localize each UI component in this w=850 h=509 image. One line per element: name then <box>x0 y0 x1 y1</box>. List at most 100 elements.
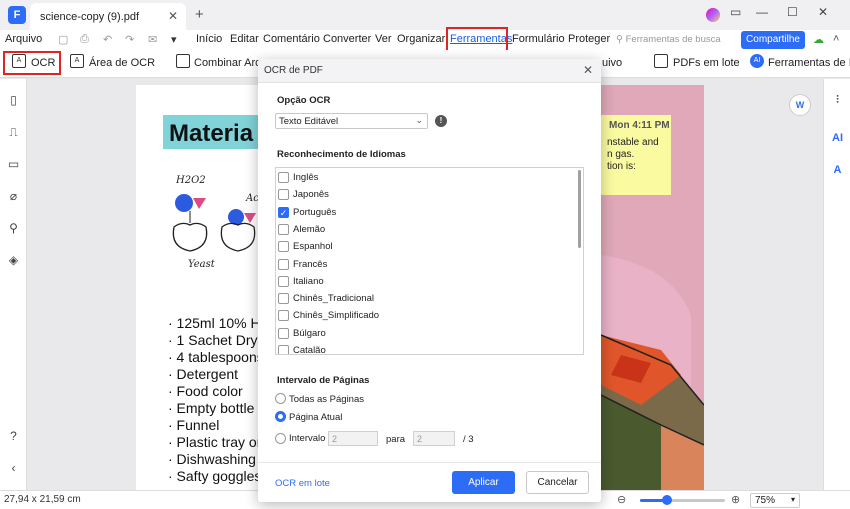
batch-icon[interactable] <box>654 54 668 68</box>
search-icon[interactable]: ⚲ <box>6 221 21 236</box>
undo-icon[interactable]: ↶ <box>103 33 112 46</box>
language-item[interactable]: Inglês <box>276 169 576 186</box>
language-list[interactable]: Inglês Japonês ✓ Português Alemão Espanhol Fra… <box>275 167 584 355</box>
chevron-down-icon: ⌄ <box>415 115 423 125</box>
word-convert-icon[interactable]: W <box>789 94 811 116</box>
language-checkbox[interactable] <box>278 223 289 235</box>
ai-assistant-icon[interactable]: AI <box>830 131 845 146</box>
properties-icon[interactable]: ⫶ <box>830 93 845 108</box>
batch-pdf-button[interactable]: PDFs em lote <box>673 57 740 69</box>
batch-ocr-link[interactable]: OCR em lote <box>275 478 330 489</box>
menu-converter[interactable]: Converter <box>323 33 371 45</box>
language-checkbox[interactable] <box>278 172 289 183</box>
collapse-icon[interactable]: ˄ <box>833 33 839 45</box>
ocr-option-select[interactable]: Texto Editável ⌄ <box>275 113 428 129</box>
menu-comentario[interactable]: Comentário <box>263 33 320 45</box>
menu-editar[interactable]: Editar <box>230 33 259 45</box>
language-label: Catalão <box>293 345 326 355</box>
menu-formulario[interactable]: Formulário <box>512 33 565 45</box>
language-item[interactable]: Catalão <box>276 342 576 355</box>
translate-icon[interactable]: A <box>830 163 845 178</box>
language-checkbox[interactable] <box>278 310 289 322</box>
language-checkbox[interactable] <box>278 189 289 201</box>
ocr-area-icon[interactable]: A <box>70 54 84 68</box>
language-checkbox[interactable] <box>278 293 289 305</box>
print-icon[interactable]: ⎙ <box>80 33 89 46</box>
note-line-1: nstable and <box>607 137 659 148</box>
search-tools-label: Ferramentas de busca <box>625 34 721 45</box>
radio-current-page-label[interactable]: Página Atual <box>289 412 342 423</box>
pages-icon[interactable]: ▯ <box>6 93 21 108</box>
search-tools-link[interactable]: ⚲ Ferramentas de busca <box>616 34 721 45</box>
redo-icon[interactable]: ↷ <box>125 33 134 46</box>
new-tab-button[interactable]: + <box>195 6 204 23</box>
share-button[interactable]: Compartilhe <box>741 31 805 49</box>
ai-tools-icon[interactable]: AI <box>750 54 764 68</box>
language-checkbox[interactable] <box>278 327 289 339</box>
feedback-icon[interactable]: ▭ <box>730 5 741 19</box>
radio-current-page[interactable] <box>275 411 286 422</box>
zoom-in-button[interactable]: ⊕ <box>731 493 740 506</box>
language-item[interactable]: Búlgaro <box>276 325 576 342</box>
window-close-button[interactable]: ✕ <box>818 5 828 19</box>
comment-icon[interactable]: ▭ <box>6 157 21 172</box>
radio-all-pages-label[interactable]: Todas as Páginas <box>289 394 364 405</box>
radio-page-range-label[interactable]: Intervalo <box>289 433 325 444</box>
combine-icon[interactable] <box>176 54 190 68</box>
chevron-left-icon[interactable]: ‹ <box>6 461 21 476</box>
language-checkbox[interactable] <box>278 258 289 270</box>
ocr-option-value: Texto Editável <box>279 116 339 127</box>
language-item[interactable]: Italiano <box>276 273 576 290</box>
dialog-close-button[interactable]: ✕ <box>583 63 593 77</box>
language-item[interactable]: Japonês <box>276 186 576 203</box>
zoom-slider[interactable] <box>640 495 725 505</box>
cloud-sync-icon[interactable]: ☁ <box>813 33 824 46</box>
zoom-select[interactable]: 75% ▾ <box>750 493 800 508</box>
menu-arquivo[interactable]: Arquivo <box>5 33 42 45</box>
range-to-input[interactable]: 2 <box>413 431 455 446</box>
cancel-button[interactable]: Cancelar <box>526 471 589 494</box>
language-checkbox[interactable] <box>278 241 289 253</box>
ocr-area-button[interactable]: Área de OCR <box>89 57 155 69</box>
language-item[interactable]: ✓ Português <box>276 204 576 221</box>
partial-tool-label[interactable]: uivo <box>602 57 622 69</box>
language-item[interactable]: Alemão <box>276 221 576 238</box>
attachment-icon[interactable]: ⌀ <box>6 189 21 204</box>
language-checkbox[interactable] <box>278 345 289 354</box>
close-tab-icon[interactable]: ✕ <box>168 9 178 23</box>
layers-icon[interactable]: ◈ <box>6 253 21 268</box>
save-icon[interactable]: ▢ <box>58 33 68 46</box>
ai-tools-button[interactable]: Ferramentas de IA <box>768 57 850 69</box>
info-icon[interactable]: ! <box>435 115 447 127</box>
sticky-note[interactable]: Mon 4:11 PM nstable and n gas. tion is: <box>601 115 671 195</box>
avatar[interactable] <box>706 8 720 22</box>
note-line-2: n gas. <box>607 149 635 160</box>
minimize-button[interactable]: — <box>756 5 768 19</box>
help-icon[interactable]: ? <box>6 429 21 444</box>
menu-ver[interactable]: Ver <box>375 33 392 45</box>
apply-button[interactable]: Aplicar <box>452 471 515 494</box>
document-tab[interactable]: science-copy (9).pdf ✕ <box>30 3 186 30</box>
radio-page-range[interactable] <box>275 433 286 444</box>
combine-button[interactable]: Combinar Arq <box>194 57 261 69</box>
language-item[interactable]: Chinês_Tradicional <box>276 290 576 307</box>
menu-organizar[interactable]: Organizar <box>397 33 445 45</box>
language-item[interactable]: Chinês_Simplificado <box>276 307 576 324</box>
dropdown-icon[interactable]: ▾ <box>171 33 177 46</box>
mail-icon[interactable]: ✉ <box>148 33 157 46</box>
menu-inicio[interactable]: Início <box>196 33 222 45</box>
language-item[interactable]: Francês <box>276 256 576 273</box>
bookmark-icon[interactable]: ⎍ <box>6 125 21 140</box>
language-item[interactable]: Espanhol <box>276 238 576 255</box>
page-range-label: Intervalo de Páginas <box>277 375 370 386</box>
language-checkbox[interactable]: ✓ <box>278 206 289 218</box>
range-from-input[interactable]: 2 <box>328 431 378 446</box>
language-list-scrollbar[interactable] <box>578 170 581 248</box>
zoom-slider-thumb[interactable] <box>662 495 673 505</box>
radio-all-pages[interactable] <box>275 393 286 404</box>
zoom-out-button[interactable]: ⊖ <box>617 493 626 506</box>
language-label: Inglês <box>293 172 319 183</box>
menu-proteger[interactable]: Proteger <box>568 33 610 45</box>
maximize-button[interactable]: ☐ <box>787 5 798 19</box>
language-checkbox[interactable] <box>278 275 289 287</box>
